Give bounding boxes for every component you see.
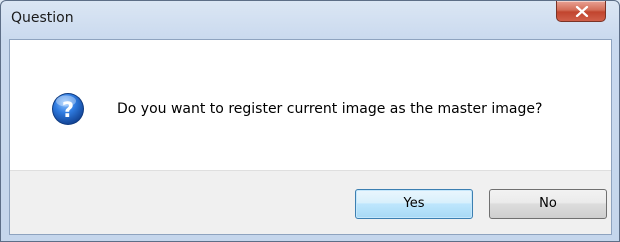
yes-button[interactable]: Yes bbox=[355, 189, 473, 219]
dialog-window: Question ? Do you want to register curre… bbox=[0, 0, 620, 242]
dialog-message: Do you want to register current image as… bbox=[117, 101, 543, 117]
svg-text:?: ? bbox=[62, 98, 74, 122]
button-bar: Yes No bbox=[10, 170, 611, 234]
close-x-icon bbox=[575, 6, 589, 17]
close-button[interactable] bbox=[556, 1, 606, 22]
dialog-client-area: ? Do you want to register current image … bbox=[9, 39, 612, 235]
window-title: Question bbox=[11, 10, 74, 26]
question-icon: ? bbox=[52, 93, 84, 125]
no-button[interactable]: No bbox=[489, 189, 607, 219]
message-area: ? Do you want to register current image … bbox=[10, 40, 611, 170]
title-bar[interactable]: Question bbox=[1, 1, 619, 39]
